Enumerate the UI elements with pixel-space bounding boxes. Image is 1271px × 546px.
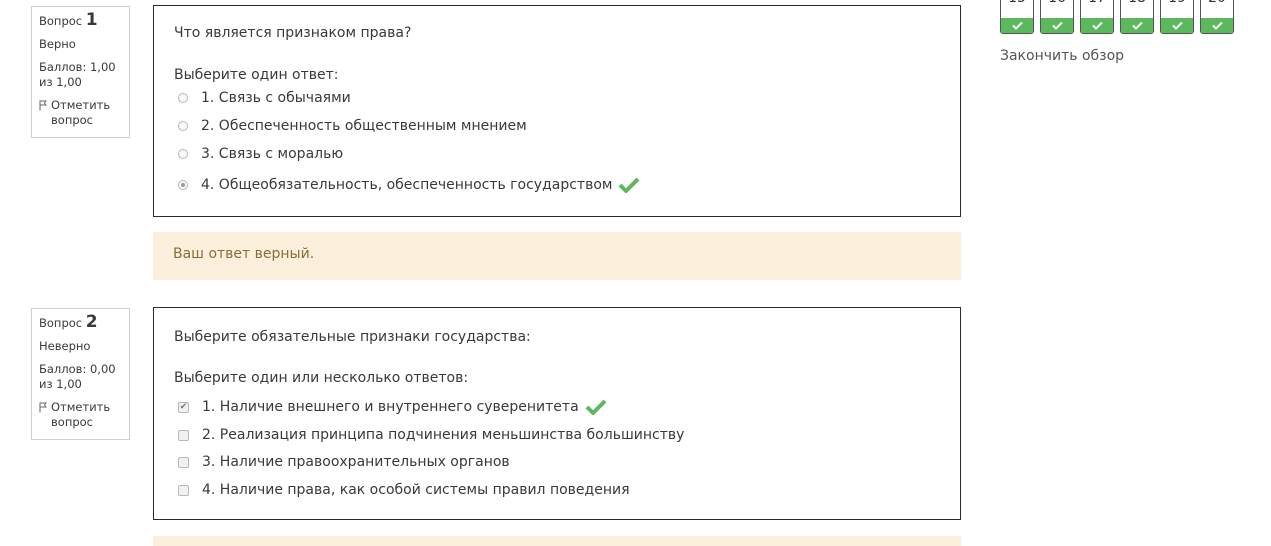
question-text: Что является признаком права? [174, 25, 412, 41]
question-grade: Баллов: 0,00 из 1,00 [39, 362, 116, 391]
question-info: Вопрос 2 Неверно Баллов: 0,00 из 1,00 От… [31, 308, 130, 440]
answer-option[interactable]: 3. Наличие правоохранительных органов [178, 452, 510, 472]
nav-question-number: 17 [1081, 0, 1113, 6]
flag-question-label: Отметить вопрос [51, 400, 111, 429]
feedback-box [153, 536, 961, 546]
checkbox[interactable] [178, 456, 189, 468]
question-text: Выберите обязательные признаки государст… [174, 329, 531, 345]
finish-review-link[interactable]: Закончить обзор [1000, 48, 1124, 64]
answer-option[interactable]: 2. Реализация принципа подчинения меньши… [178, 425, 684, 445]
question-formulation: Выберите обязательные признаки государст… [153, 307, 961, 520]
answer-option[interactable]: 1. Связь с обычаями [178, 88, 351, 108]
flag-question-label: Отметить вопрос [51, 98, 111, 127]
nav-question-button[interactable]: 17 [1080, 0, 1114, 34]
question-formulation: Что является признаком права? Выберите о… [153, 5, 961, 217]
answer-option-label: 4. Общеобязательность, обеспеченность го… [201, 177, 613, 193]
nav-question-button[interactable]: 16 [1040, 0, 1074, 34]
check-icon [1201, 18, 1233, 33]
question-label: Вопрос [39, 14, 83, 28]
check-icon [1161, 18, 1193, 33]
check-icon [1081, 18, 1113, 33]
question-state: Верно [39, 37, 76, 51]
nav-question-button[interactable]: 15 [1000, 0, 1034, 34]
flag-icon [39, 402, 47, 413]
question-grade: Баллов: 1,00 из 1,00 [39, 60, 116, 89]
flag-icon [39, 100, 47, 111]
answer-option-label: 2. Реализация принципа подчинения меньши… [202, 427, 685, 443]
radio-button[interactable] [178, 149, 188, 159]
answer-option[interactable]: 3. Связь с моралью [178, 144, 343, 164]
check-icon [1041, 18, 1073, 33]
question-number: 2 [85, 312, 98, 332]
nav-question-number: 16 [1041, 0, 1073, 6]
answer-option-label: 3. Наличие правоохранительных органов [202, 454, 510, 470]
nav-question-button[interactable]: 19 [1160, 0, 1194, 34]
nav-question-button[interactable]: 20 [1200, 0, 1234, 34]
question-state: Неверно [39, 339, 91, 353]
answer-option-label: 2. Обеспеченность общественным мнением [201, 118, 527, 134]
correct-check-icon [585, 399, 607, 415]
answer-option-label: 1. Связь с обычаями [201, 90, 351, 106]
question-number-line: Вопрос 1 [39, 10, 122, 30]
answer-option-label: 3. Связь с моралью [201, 146, 344, 162]
flag-question-link[interactable]: Отметить вопрос [39, 400, 122, 430]
radio-button[interactable] [178, 93, 188, 103]
nav-question-number: 15 [1001, 0, 1033, 6]
feedback-text: Ваш ответ верный. [173, 246, 315, 262]
checkbox-checked[interactable]: ✔ [178, 401, 189, 413]
checkbox[interactable] [178, 484, 189, 496]
check-icon [1001, 18, 1033, 33]
question-info: Вопрос 1 Верно Баллов: 1,00 из 1,00 Отме… [31, 6, 130, 138]
radio-button-selected[interactable] [178, 180, 188, 190]
flag-question-link[interactable]: Отметить вопрос [39, 98, 122, 128]
answer-prompt: Выберите один или несколько ответов: [174, 370, 469, 386]
question-label: Вопрос [39, 316, 83, 330]
check-icon [1121, 18, 1153, 33]
answer-option[interactable]: 2. Обеспеченность общественным мнением [178, 116, 527, 136]
checkbox[interactable] [178, 429, 189, 441]
correct-check-icon [619, 177, 640, 193]
nav-question-number: 20 [1201, 0, 1233, 6]
nav-question-number: 19 [1161, 0, 1193, 6]
question-number-line: Вопрос 2 [39, 312, 122, 332]
answer-option-label: 1. Наличие внешнего и внутреннего сувере… [202, 399, 579, 415]
nav-question-number: 18 [1121, 0, 1153, 6]
question-number: 1 [85, 10, 98, 30]
nav-question-button[interactable]: 18 [1120, 0, 1154, 34]
answer-option-label: 4. Наличие права, как особой системы пра… [202, 482, 630, 498]
feedback-box: Ваш ответ верный. [153, 232, 961, 280]
answer-option[interactable]: 4. Наличие права, как особой системы пра… [178, 480, 630, 500]
answer-option[interactable]: 4. Общеобязательность, обеспеченность го… [178, 175, 640, 195]
radio-button[interactable] [178, 121, 188, 131]
answer-prompt: Выберите один ответ: [174, 67, 339, 83]
answer-option[interactable]: ✔ 1. Наличие внешнего и внутреннего суве… [178, 397, 607, 417]
